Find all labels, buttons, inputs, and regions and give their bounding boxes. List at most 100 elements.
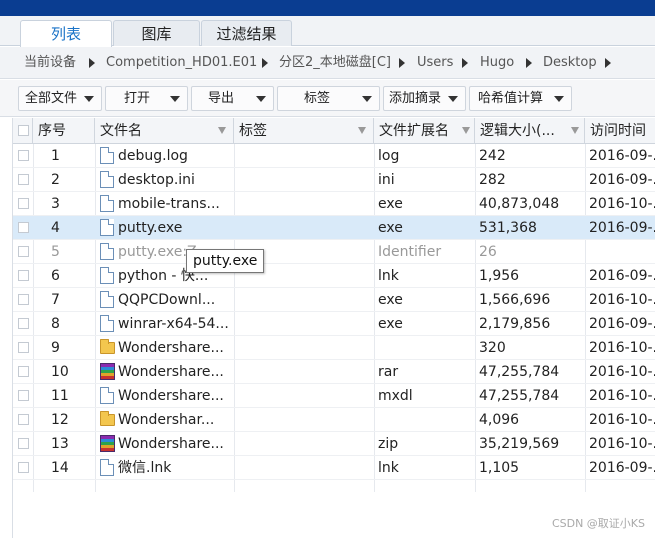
export-dropdown[interactable]: 导出 <box>191 86 274 111</box>
filter-icon[interactable] <box>358 127 366 134</box>
all-files-dropdown[interactable]: 全部文件 <box>18 86 102 111</box>
add-excerpt-dropdown[interactable]: 添加摘录 <box>383 86 466 111</box>
row-filename-cell: QQPCDownl... <box>95 288 234 312</box>
row-filename: Wondershare... <box>118 388 224 404</box>
filename-tooltip: putty.exe <box>186 249 265 273</box>
table-row[interactable]: 13 Wondershare... zip 35,219,569 2016-10-... <box>13 432 655 456</box>
row-logical-size: 47,255,784 <box>479 388 560 404</box>
table-row[interactable]: 12 Wondershar... 4,096 2016-10-... <box>13 408 655 432</box>
table-row[interactable]: 3 mobile-trans... exe 40,873,048 2016-10-... <box>13 192 655 216</box>
row-access-time: 2016-09-... <box>589 460 655 476</box>
row-index: 3 <box>51 196 60 212</box>
row-filename: debug.log <box>118 148 188 164</box>
row-index: 14 <box>51 460 69 476</box>
table-row[interactable]: 8 winrar-x64-54... exe 2,179,856 2016-09-... <box>13 312 655 336</box>
table-row[interactable]: 11 Wondershare... mxdl 47,255,784 2016-10-..… <box>13 384 655 408</box>
table-row[interactable]: 2 desktop.ini ini 282 2016-09-... <box>13 168 655 192</box>
breadcrumb-hugo[interactable]: Hugo <box>480 47 514 79</box>
row-filename: QQPCDownl... <box>118 292 216 308</box>
row-index: 9 <box>51 340 60 356</box>
row-tag <box>234 144 374 168</box>
row-index: 7 <box>51 292 60 308</box>
table-row[interactable]: 9 Wondershare... 320 2016-10-... <box>13 336 655 360</box>
breadcrumb-partition[interactable]: 分区2_本地磁盘[C] <box>279 47 391 79</box>
select-all-cell <box>13 118 33 144</box>
row-access-time: 2016-10-... <box>589 196 655 212</box>
table-row[interactable]: 4 putty.exe exe 531,368 2016-09-... <box>13 216 655 240</box>
row-logical-size: 282 <box>479 172 506 188</box>
breadcrumb-separator-icon <box>526 58 532 68</box>
table-row[interactable]: 14 微信.lnk lnk 1,105 2016-09-... <box>13 456 655 480</box>
row-checkbox[interactable] <box>18 390 29 401</box>
open-dropdown[interactable]: 打开 <box>105 86 188 111</box>
filter-icon[interactable] <box>571 127 579 134</box>
breadcrumb-separator-icon <box>605 58 611 68</box>
row-checkbox[interactable] <box>18 462 29 473</box>
column-header-tag[interactable]: 标签 <box>234 118 374 144</box>
row-tag <box>234 384 374 408</box>
column-header-access-time[interactable]: 访问时间 <box>585 118 655 144</box>
row-filename-cell: Wondershare... <box>95 336 234 360</box>
tab-gallery[interactable]: 图库 <box>113 20 200 46</box>
row-filename: Wondershar... <box>118 412 215 428</box>
table-row[interactable]: 5 putty.exe:Z... Identifier 26 <box>13 240 655 264</box>
filter-icon[interactable] <box>218 127 226 134</box>
row-checkbox[interactable] <box>18 342 29 353</box>
row-index: 12 <box>51 412 69 428</box>
tab-filter-results[interactable]: 过滤结果 <box>201 20 292 46</box>
row-filename-cell: Wondershare... <box>95 384 234 408</box>
archive-icon <box>100 435 115 452</box>
filter-icon[interactable] <box>462 127 470 134</box>
row-logical-size: 4,096 <box>479 412 520 428</box>
export-label: 导出 <box>208 91 235 106</box>
column-header-index[interactable]: 序号 <box>33 118 95 144</box>
row-access-time: 2016-10-... <box>589 436 655 452</box>
table-row[interactable]: 1 debug.log log 242 2016-09-... <box>13 144 655 168</box>
tag-dropdown[interactable]: 标签 <box>277 86 380 111</box>
column-header-filename[interactable]: 文件名 <box>95 118 234 144</box>
document-icon <box>100 315 114 332</box>
row-tag <box>234 408 374 432</box>
breadcrumb-separator-icon <box>262 58 268 68</box>
row-checkbox[interactable] <box>18 222 29 233</box>
row-access-time: 2016-10-... <box>589 340 655 356</box>
row-tag <box>234 216 374 240</box>
column-header-extension[interactable]: 文件扩展名 <box>374 118 475 144</box>
row-checkbox[interactable] <box>18 198 29 209</box>
column-header-logical-size[interactable]: 逻辑大小(... <box>475 118 585 144</box>
row-index: 2 <box>51 172 60 188</box>
row-checkbox[interactable] <box>18 294 29 305</box>
row-checkbox[interactable] <box>18 174 29 185</box>
row-logical-size: 320 <box>479 340 506 356</box>
row-index: 8 <box>51 316 60 332</box>
table-row[interactable]: 7 QQPCDownl... exe 1,566,696 2016-10-... <box>13 288 655 312</box>
row-extension: zip <box>378 436 399 452</box>
breadcrumb-users[interactable]: Users <box>417 47 453 79</box>
breadcrumb-device[interactable]: 当前设备 <box>24 47 76 79</box>
row-index: 1 <box>51 148 60 164</box>
row-checkbox[interactable] <box>18 366 29 377</box>
breadcrumb-separator-icon <box>399 58 405 68</box>
breadcrumb-image[interactable]: Competition_HD01.E01 <box>106 47 257 79</box>
hash-calc-dropdown[interactable]: 哈希值计算 <box>469 86 572 111</box>
breadcrumb-desktop[interactable]: Desktop <box>543 47 597 79</box>
row-index: 5 <box>51 244 60 260</box>
row-extension: lnk <box>378 460 399 476</box>
row-extension: rar <box>378 364 399 380</box>
table-row[interactable]: 10 Wondershare... rar 47,255,784 2016-10-... <box>13 360 655 384</box>
row-checkbox[interactable] <box>18 246 29 257</box>
row-access-time: 2016-10-... <box>589 292 655 308</box>
row-checkbox[interactable] <box>18 150 29 161</box>
tab-list[interactable]: 列表 <box>20 20 112 47</box>
row-checkbox[interactable] <box>18 318 29 329</box>
document-icon <box>100 291 114 308</box>
row-index: 10 <box>51 364 69 380</box>
row-checkbox[interactable] <box>18 414 29 425</box>
row-checkbox[interactable] <box>18 270 29 281</box>
table-row[interactable]: 6python - 快...lnk1,9562016-09-... <box>13 264 655 288</box>
select-all-checkbox[interactable] <box>18 125 29 136</box>
toolbar: 全部文件 打开 导出 标签 添加摘录 哈希值计算 <box>0 80 655 117</box>
column-header-extension-label: 文件扩展名 <box>379 123 449 139</box>
row-checkbox[interactable] <box>18 438 29 449</box>
row-extension: mxdl <box>378 388 413 404</box>
